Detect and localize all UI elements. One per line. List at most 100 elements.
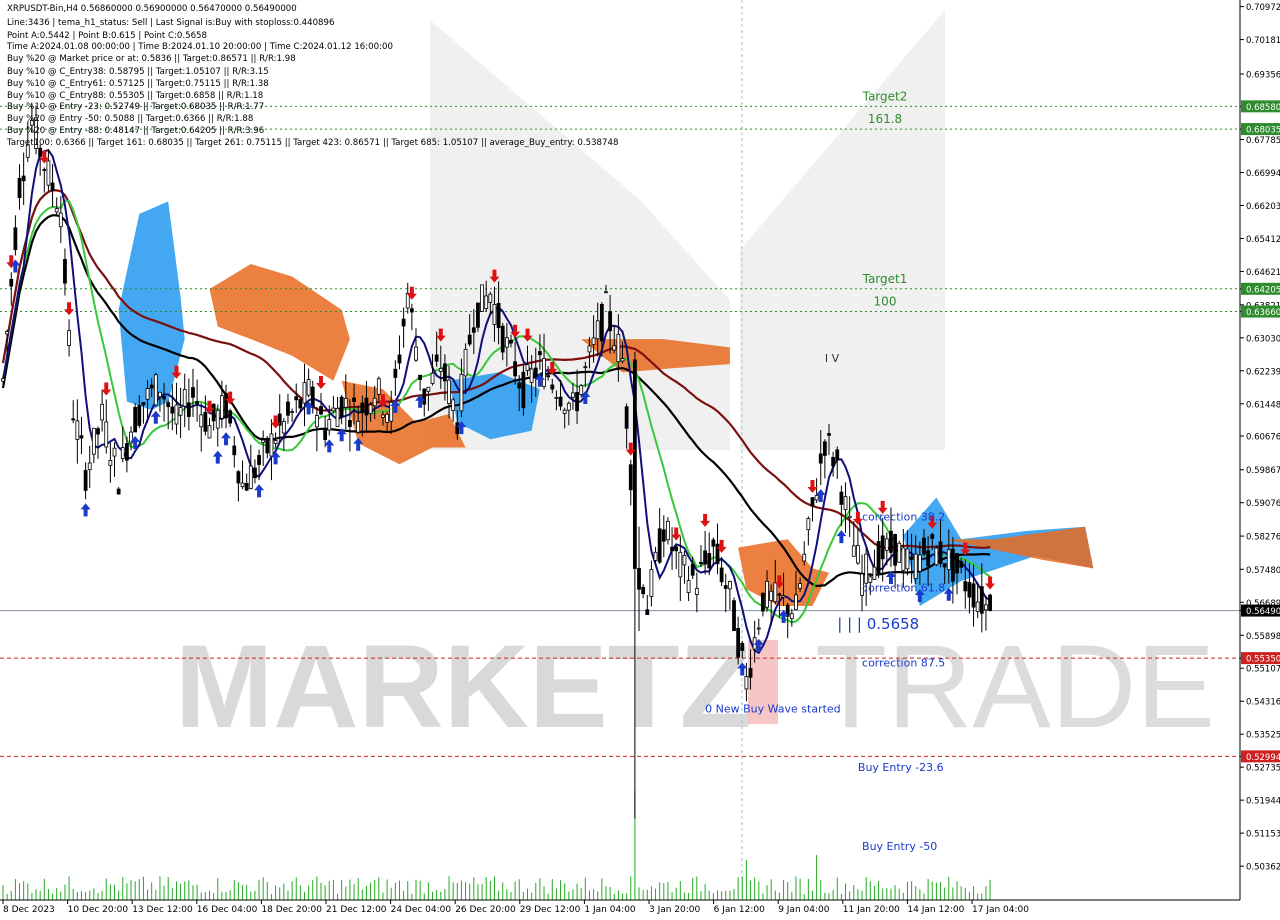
annotation-0: correction 38.2	[862, 510, 945, 523]
candle	[302, 363, 307, 427]
candle	[100, 389, 105, 432]
candle	[670, 527, 674, 570]
time-tick-label: 24 Dec 04:00	[391, 905, 452, 915]
sell-arrow-icon	[985, 576, 996, 590]
info-line-targets: Target100: 0.6366 || Target 161: 0.68035…	[7, 138, 619, 148]
time-tick-label: 9 Jan 04:00	[778, 905, 830, 915]
candle	[711, 537, 716, 566]
candle	[405, 282, 410, 314]
price-tick-label: 0.53525	[1246, 731, 1280, 741]
price-tick-label: 0.59076	[1246, 499, 1280, 509]
sell-arrow-icon	[101, 382, 112, 396]
info-line-times: Time A:2024.01.08 00:00:00 | Time B:2024…	[7, 42, 393, 52]
candle	[876, 524, 881, 579]
candle	[637, 526, 641, 632]
info-line-buy-e88: Buy %20 @ Entry -88: 0.48147 || Target:0…	[7, 126, 265, 136]
buy-arrow-icon	[212, 450, 223, 464]
info-line-status: Line:3436 | tema_h1_status: Sell | Last …	[7, 18, 335, 28]
candle	[290, 408, 295, 422]
price-tick-label: 0.64621	[1246, 268, 1280, 278]
price-tick-label: 0.56490	[1246, 607, 1280, 617]
price-tick-label: 0.70972	[1246, 3, 1280, 13]
info-line-buy-c38: Buy %10 @ C_Entry38: 0.58795 || Target:1…	[7, 67, 269, 77]
cloud-orange-1	[209, 264, 350, 381]
info-line-buy-market: Buy %20 @ Market price or at: 0.5836 || …	[7, 54, 296, 64]
candle	[46, 149, 51, 192]
annotation-6: Buy Entry -50	[862, 840, 937, 853]
candle	[414, 328, 418, 362]
candle	[810, 496, 815, 522]
candle	[480, 284, 484, 312]
candle	[645, 595, 650, 615]
price-tick-label: 0.67785	[1246, 136, 1280, 146]
candle	[265, 436, 270, 459]
time-tick-label: 6 Jan 12:00	[714, 905, 766, 915]
time-tick-label: 1 Jan 04:00	[584, 905, 636, 915]
chart-window: { "header_lines": [ "XRPUSDT-Bin,H4 0.56…	[0, 0, 1280, 920]
info-line-buy-e50: Buy %20 @ Entry -50: 0.5088 || Target:0.…	[7, 114, 254, 124]
candle	[182, 373, 187, 427]
buy-arrow-icon	[221, 432, 232, 446]
candle	[310, 380, 315, 414]
price-tick-label: 0.55107	[1246, 665, 1280, 675]
price-tick-label: 0.63660	[1246, 308, 1280, 318]
level-text-1: 161.8	[868, 112, 902, 126]
candle	[207, 417, 212, 439]
sell-arrow-icon	[671, 527, 682, 541]
candle	[306, 368, 311, 398]
candle	[67, 319, 71, 357]
candle	[91, 427, 96, 464]
time-tick-label: 3 Jan 20:00	[649, 905, 701, 915]
candle	[199, 403, 204, 452]
level-text-3: 100	[874, 295, 897, 309]
info-line-buy-c61: Buy %10 @ C_Entry61: 0.57125 || Target:0…	[7, 79, 269, 89]
candle	[236, 470, 241, 502]
candle	[686, 566, 691, 602]
time-tick-label: 17 Jan 04:00	[972, 905, 1029, 915]
candle	[71, 400, 76, 424]
annotation-1: correction 61.8	[862, 581, 945, 594]
candle	[211, 403, 216, 431]
price-tick-label: 0.68580	[1246, 103, 1280, 113]
candle	[248, 444, 253, 490]
candle	[335, 396, 340, 428]
candle	[191, 368, 195, 417]
candle	[761, 592, 765, 617]
candle	[96, 426, 100, 459]
candle	[418, 374, 423, 391]
time-tick-label: 14 Jan 12:00	[907, 905, 964, 915]
candle	[228, 408, 233, 428]
candle	[864, 548, 869, 606]
candle	[232, 435, 237, 468]
info-line-buy-e23: Buy %10 @ Entry -23: 0.52749 || Target:0…	[7, 102, 265, 112]
candle	[401, 307, 406, 348]
candle	[79, 416, 84, 455]
time-tick-label: 29 Dec 12:00	[520, 905, 581, 915]
candle	[397, 335, 402, 370]
candle	[723, 573, 728, 613]
candle	[732, 597, 736, 631]
candle	[897, 540, 902, 563]
candle	[880, 517, 885, 582]
candle	[240, 460, 245, 490]
candle	[21, 152, 26, 206]
buy-arrow-icon	[836, 530, 847, 544]
candle	[186, 378, 191, 431]
time-tick-label: 18 Dec 20:00	[261, 905, 322, 915]
candle	[814, 478, 819, 503]
candle	[831, 451, 836, 477]
price-tick-label: 0.51944	[1246, 797, 1280, 807]
price-tick-label: 0.57480	[1246, 566, 1280, 576]
candle	[178, 387, 183, 439]
candle	[269, 419, 274, 481]
candle	[703, 530, 707, 575]
candle	[641, 584, 646, 599]
price-tick-label: 0.59867	[1246, 466, 1280, 476]
candle	[116, 487, 121, 495]
candle	[133, 403, 138, 433]
candle	[393, 360, 398, 396]
level-text-2: Target1	[862, 272, 908, 286]
candle	[50, 163, 55, 207]
price-tick-label: 0.66203	[1246, 202, 1280, 212]
candle	[215, 404, 220, 447]
